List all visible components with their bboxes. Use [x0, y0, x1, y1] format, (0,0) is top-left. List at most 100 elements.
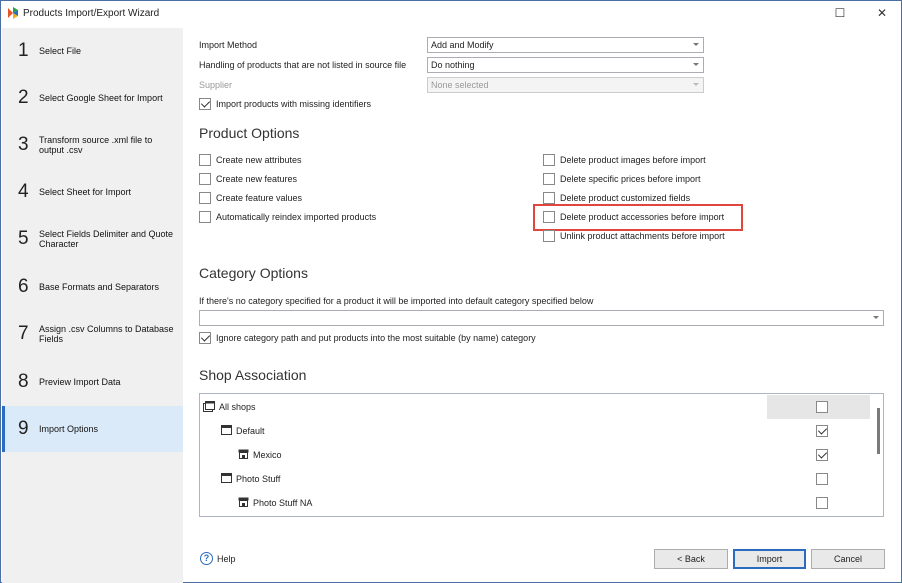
chevron-down-icon	[873, 316, 879, 319]
shop-checkbox[interactable]	[816, 425, 828, 437]
step-base-formats[interactable]: 6 Base Formats and Separators	[2, 264, 183, 310]
ignore-category-path-checkbox[interactable]	[199, 332, 211, 344]
shop-name: Photo Stuff NA	[253, 498, 313, 508]
step-number: 5	[18, 228, 29, 249]
step-assign-columns[interactable]: 7 Assign .csv Columns to Database Fields	[2, 311, 183, 357]
product-options-title: Product Options	[199, 125, 300, 141]
tree-row[interactable]: Photo Stuff NA	[200, 491, 870, 515]
create-features-label: Create new features	[216, 174, 298, 184]
back-button[interactable]: < Back	[654, 549, 728, 569]
ignore-category-path-label: Ignore category path and put products in…	[216, 333, 536, 343]
tree-row[interactable]: All shops	[200, 395, 870, 419]
shop-checkbox[interactable]	[816, 497, 828, 509]
step-number: 8	[18, 371, 29, 392]
shop-checkbox[interactable]	[816, 449, 828, 461]
unlink-attachments-option[interactable]: Unlink product attachments before import	[543, 229, 725, 243]
step-number: 2	[18, 87, 29, 108]
create-feature-values-label: Create feature values	[216, 193, 303, 203]
delete-images-option[interactable]: Delete product images before import	[543, 153, 706, 167]
step-label: Assign .csv Columns to Database Fields	[39, 324, 174, 344]
supplier-select[interactable]: None selected	[427, 77, 704, 93]
step-label: Preview Import Data	[39, 377, 121, 387]
help-icon[interactable]: ?	[200, 552, 213, 565]
missing-identifiers-option[interactable]: Import products with missing identifiers	[199, 97, 371, 111]
help-link[interactable]: Help	[217, 554, 236, 564]
maximize-icon[interactable]: ☐	[831, 5, 849, 21]
step-label: Select File	[39, 46, 82, 56]
tree-row[interactable]: Default	[200, 419, 870, 443]
shop-name: Mexico	[253, 450, 282, 460]
shop-name: Default	[236, 426, 265, 436]
step-label: Import Options	[39, 424, 99, 434]
step-select-sheet[interactable]: 4 Select Sheet for Import	[2, 169, 183, 215]
shop-name: All shops	[219, 402, 256, 412]
highlight-annotation-box	[533, 204, 743, 231]
store-icon	[238, 497, 249, 507]
delete-customized-checkbox[interactable]	[543, 192, 555, 204]
category-options-title: Category Options	[199, 265, 308, 281]
create-feature-values-checkbox[interactable]	[199, 192, 211, 204]
unlink-attachments-checkbox[interactable]	[543, 230, 555, 242]
step-label: Select Sheet for Import	[39, 187, 132, 197]
wizard-window: Products Import/Export Wizard ☐ ✕ 1 Sele…	[0, 0, 902, 583]
chevron-down-icon	[693, 43, 699, 46]
unlink-attachments-label: Unlink product attachments before import	[560, 231, 725, 241]
step-delimiter[interactable]: 5 Select Fields Delimiter and Quote Char…	[2, 216, 183, 262]
delete-images-checkbox[interactable]	[543, 154, 555, 166]
tree-row[interactable]: Photo Stuff	[200, 467, 870, 491]
create-attributes-option[interactable]: Create new attributes	[199, 153, 302, 167]
close-icon[interactable]: ✕	[873, 5, 891, 21]
vertical-scrollbar[interactable]	[877, 408, 880, 454]
create-attributes-checkbox[interactable]	[199, 154, 211, 166]
default-category-select[interactable]	[199, 310, 884, 326]
import-method-value: Add and Modify	[431, 40, 494, 50]
shop-association-title: Shop Association	[199, 367, 307, 383]
supplier-label: Supplier	[199, 80, 233, 90]
step-number: 9	[18, 418, 29, 439]
shop-checkbox[interactable]	[816, 401, 828, 413]
delete-prices-label: Delete specific prices before import	[560, 174, 701, 184]
step-number: 3	[18, 134, 29, 155]
create-feature-values-option[interactable]: Create feature values	[199, 191, 302, 205]
delete-prices-checkbox[interactable]	[543, 173, 555, 185]
handling-label: Handling of products that are not listed…	[199, 60, 407, 70]
import-method-select[interactable]: Add and Modify	[427, 37, 704, 53]
title-bar: Products Import/Export Wizard ☐ ✕	[1, 1, 901, 27]
tree-row[interactable]: Mexico	[200, 443, 870, 467]
step-preview[interactable]: 8 Preview Import Data	[2, 359, 183, 405]
category-hint: If there's no category specified for a p…	[199, 296, 594, 306]
step-number: 7	[18, 323, 29, 344]
create-features-option[interactable]: Create new features	[199, 172, 297, 186]
reindex-option[interactable]: Automatically reindex imported products	[199, 210, 376, 224]
supplier-value: None selected	[431, 80, 489, 90]
chevron-down-icon	[693, 63, 699, 66]
step-transform-xml[interactable]: 3 Transform source .xml file to output .…	[2, 122, 183, 168]
shop-group-icon	[203, 401, 215, 412]
cancel-button[interactable]: Cancel	[811, 549, 885, 569]
missing-identifiers-label: Import products with missing identifiers	[216, 99, 372, 109]
step-select-file[interactable]: 1 Select File	[2, 28, 183, 74]
ignore-category-path-option[interactable]: Ignore category path and put products in…	[199, 331, 536, 345]
step-label: Select Fields Delimiter and Quote Charac…	[39, 229, 174, 249]
step-label: Base Formats and Separators	[39, 282, 160, 292]
store-icon	[238, 449, 249, 459]
shop-checkbox[interactable]	[816, 473, 828, 485]
delete-prices-option[interactable]: Delete specific prices before import	[543, 172, 701, 186]
step-number: 6	[18, 276, 29, 297]
shop-name: Photo Stuff	[236, 474, 281, 484]
create-features-checkbox[interactable]	[199, 173, 211, 185]
step-import-options[interactable]: 9 Import Options	[2, 406, 183, 452]
import-method-label: Import Method	[199, 40, 258, 50]
step-select-google-sheet[interactable]: 2 Select Google Sheet for Import	[2, 75, 183, 121]
reindex-label: Automatically reindex imported products	[216, 212, 377, 222]
delete-customized-option[interactable]: Delete product customized fields	[543, 191, 690, 205]
missing-identifiers-checkbox[interactable]	[199, 98, 211, 110]
import-button[interactable]: Import	[733, 549, 806, 569]
window-title: Products Import/Export Wizard	[23, 8, 160, 19]
app-logo-icon	[8, 7, 18, 19]
create-attributes-label: Create new attributes	[216, 155, 302, 165]
handling-select[interactable]: Do nothing	[427, 57, 704, 73]
reindex-checkbox[interactable]	[199, 211, 211, 223]
step-number: 1	[18, 40, 29, 61]
shop-tree: All shops Default Mexico Photo Stuff Pho…	[199, 393, 884, 517]
